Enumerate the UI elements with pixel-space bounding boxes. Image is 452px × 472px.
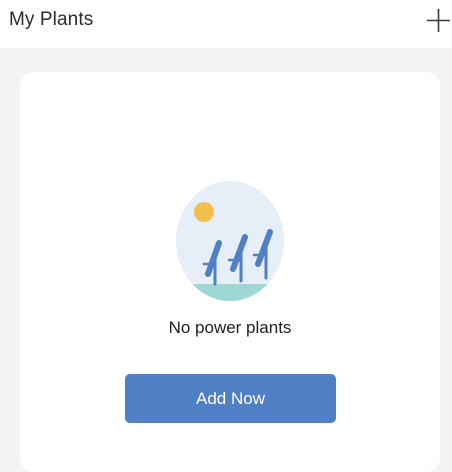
page-title: My Plants (9, 9, 94, 30)
empty-state-message: No power plants (168, 318, 292, 337)
add-now-button[interactable]: Add Now (125, 374, 336, 423)
sun-icon (194, 202, 214, 222)
top-bar: My Plants (0, 0, 452, 48)
plus-icon[interactable] (426, 8, 451, 33)
solar-panels-illustration (176, 181, 284, 301)
